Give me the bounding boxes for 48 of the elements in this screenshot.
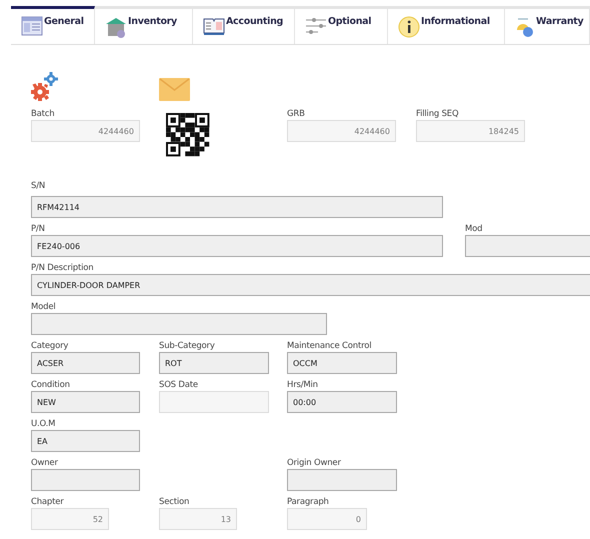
ledger-icon <box>203 16 225 36</box>
field-label: Sub-Category <box>159 341 216 352</box>
field-label: Filling SEQ <box>416 109 460 120</box>
field-label: Model <box>31 302 57 313</box>
field-label: P/N Description <box>31 263 94 274</box>
field-label: U.O.M <box>31 419 56 430</box>
qr-code <box>166 113 210 157</box>
field-label: Hrs/Min <box>287 380 319 391</box>
warehouse-icon <box>105 16 127 38</box>
field-label: Section <box>159 497 190 508</box>
input-field[interactable]: OCCM <box>287 352 397 374</box>
input-field[interactable]: EA <box>31 430 140 452</box>
field-label: SOS Date <box>159 380 199 391</box>
field-label: S/N <box>31 181 46 192</box>
input-field[interactable]: RFM42114 <box>31 196 443 218</box>
warranty-icon <box>515 16 535 38</box>
form-icon <box>21 16 43 36</box>
field-label: Category <box>31 341 70 352</box>
tab[interactable]: Optional <box>295 6 388 44</box>
envelope-icon <box>159 78 190 101</box>
tab[interactable]: General <box>11 6 95 44</box>
input-field[interactable]: 00:00 <box>287 391 397 413</box>
input-field[interactable] <box>287 469 397 491</box>
input-field[interactable]: NEW <box>31 391 140 413</box>
tab[interactable]: Inventory <box>95 6 193 44</box>
field-label: Maintenance Control <box>287 341 372 352</box>
field-label: GRB <box>287 109 306 120</box>
field-label: P/N <box>31 224 46 235</box>
input-field[interactable]: ROT <box>159 352 269 374</box>
info-icon <box>398 16 420 38</box>
field-label: Paragraph <box>287 497 330 508</box>
tab[interactable]: Informational <box>388 6 505 44</box>
input-field[interactable] <box>465 235 590 257</box>
input-field[interactable]: CYLINDER-DOOR DAMPER <box>31 274 590 296</box>
input-field[interactable] <box>31 313 327 335</box>
field-label: Origin Owner <box>287 458 342 469</box>
input-field[interactable]: ACSER <box>31 352 140 374</box>
gears-icon <box>31 71 59 101</box>
input-field[interactable]: FE240-006 <box>31 235 443 257</box>
field-label: Mod <box>465 224 484 235</box>
field-label: Condition <box>31 380 71 391</box>
field-label: Chapter <box>31 497 65 508</box>
tab[interactable]: Accounting <box>193 6 295 44</box>
field-label: Batch <box>31 109 56 120</box>
tab[interactable]: Warranty <box>505 6 590 44</box>
sliders-icon <box>305 16 327 36</box>
field-label: Owner <box>31 458 59 469</box>
input-field[interactable] <box>31 469 140 491</box>
